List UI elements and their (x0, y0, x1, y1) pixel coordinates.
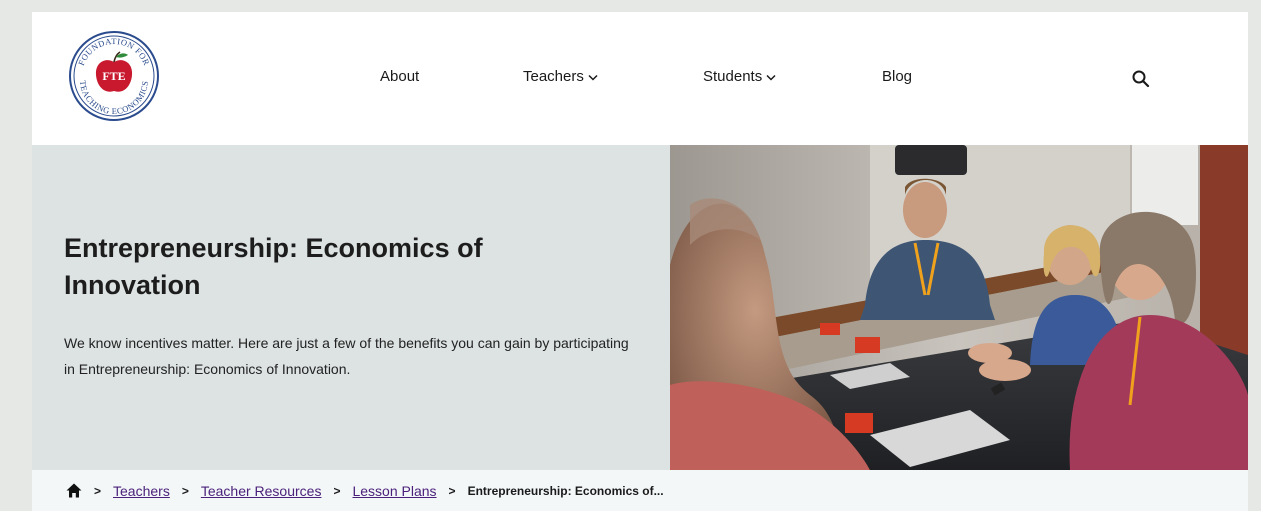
nav-teachers[interactable]: Teachers (523, 68, 598, 85)
breadcrumb-teacher-resources[interactable]: Teacher Resources (201, 483, 322, 499)
breadcrumb-separator: > (448, 483, 456, 498)
nav-about[interactable]: About (380, 68, 419, 85)
nav-about-label: About (380, 68, 420, 85)
home-icon[interactable] (66, 483, 82, 498)
hero-photo (670, 145, 1248, 470)
breadcrumb: > Teachers > Teacher Resources > Lesson … (32, 470, 1248, 511)
nav-students[interactable]: Students (703, 68, 776, 85)
hero-description: We know incentives matter. Here are just… (64, 335, 629, 377)
hero-text-panel: Entrepreneurship: Economics of Innovatio… (32, 145, 670, 470)
breadcrumb-separator: > (94, 483, 102, 498)
logo-badge-text: FTE (102, 69, 125, 83)
page-title: Entrepreneurship: Economics of Innovatio… (64, 233, 483, 300)
chevron-down-icon (766, 74, 776, 81)
search-icon[interactable] (1131, 69, 1151, 89)
breadcrumb-separator: > (181, 483, 189, 498)
nav-teachers-label: Teachers (523, 68, 584, 85)
fte-logo[interactable]: FOUNDATION FOR TEACHING ECONOMICS FTE (68, 30, 160, 122)
page: FOUNDATION FOR TEACHING ECONOMICS FTE Ab… (32, 12, 1248, 511)
breadcrumb-lesson-plans[interactable]: Lesson Plans (352, 483, 436, 499)
chevron-down-icon (588, 74, 598, 81)
breadcrumb-separator: > (333, 483, 341, 498)
breadcrumb-current: Entrepreneurship: Economics of... (467, 483, 664, 498)
nav-blog[interactable]: Blog (882, 68, 912, 85)
nav-students-label: Students (703, 68, 763, 85)
site-header: FOUNDATION FOR TEACHING ECONOMICS FTE Ab… (32, 12, 1248, 145)
nav-blog-label: Blog (882, 68, 913, 85)
breadcrumb-teachers[interactable]: Teachers (113, 483, 170, 499)
hero-section: Entrepreneurship: Economics of Innovatio… (32, 145, 1248, 470)
